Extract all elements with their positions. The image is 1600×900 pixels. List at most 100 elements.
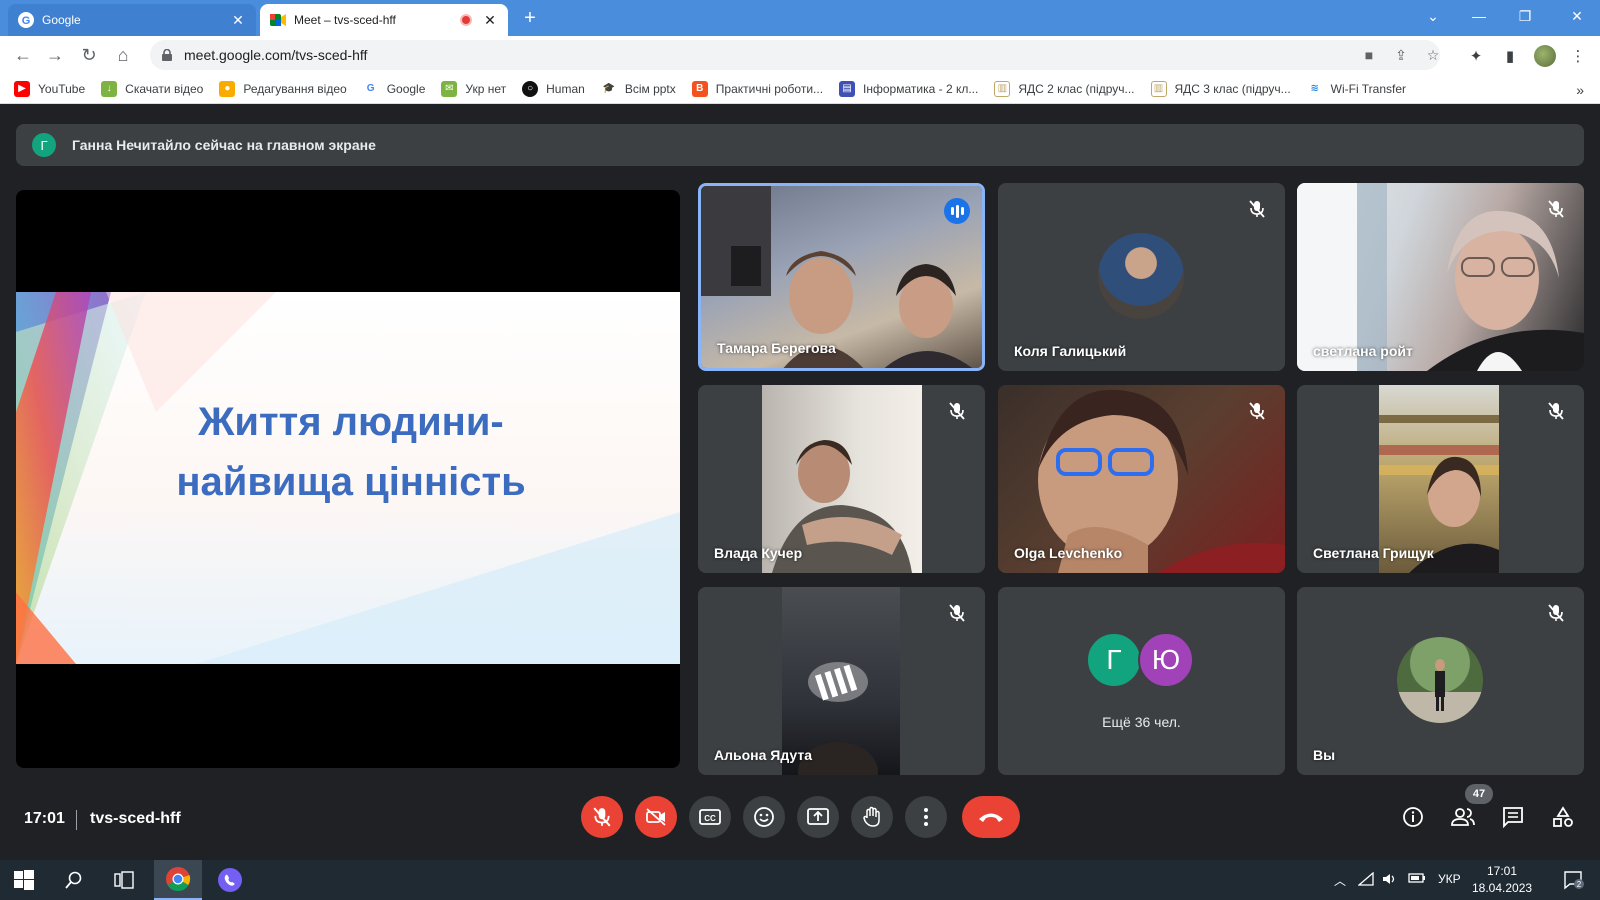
chrome-icon[interactable] [154,860,202,900]
chat-button[interactable] [1498,802,1528,832]
people-button[interactable] [1448,802,1478,832]
tab-google[interactable]: G Google ✕ [8,4,256,36]
side-panel-icon[interactable]: ▮ [1500,46,1520,66]
slide-title-line: найвища цінність [176,460,526,504]
viber-icon[interactable] [206,860,254,900]
participant-tile[interactable]: Влада Кучер [698,385,985,573]
bookmark-star-icon[interactable]: ☆ [1424,46,1442,64]
bookmark-label: Інформатика - 2 кл... [863,81,979,96]
shapes-icon [1553,806,1573,827]
close-window-button[interactable]: ✕ [1554,0,1600,32]
bookmark-label: Редагування відео [243,81,347,96]
browser-toolbar: ← → ↻ ⌂ meet.google.com/tvs-sced-hff ■ ⇪… [0,36,1600,74]
home-icon[interactable]: ⌂ [110,42,136,68]
task-view-icon[interactable] [100,860,148,900]
camera-off-icon [646,808,666,826]
input-language[interactable]: УКР [1438,872,1461,886]
mic-toggle-button[interactable] [581,796,623,838]
participant-tile[interactable]: Olga Levchenko [998,385,1285,573]
tab-search-icon[interactable]: ⌄ [1410,0,1456,32]
bookmark-label: Google [386,81,426,96]
more-options-button[interactable] [905,796,947,838]
emoji-icon [754,807,774,827]
camera-toggle-button[interactable] [635,796,677,838]
tab-title: Meet – tvs-sced-hff [294,13,396,27]
bookmark-item[interactable]: ≋ Wi-Fi Transfer [1306,80,1406,97]
bookmark-label: ЯДС 3 клас (підруч... [1174,81,1291,96]
meeting-code: tvs-sced-hff [90,810,181,827]
svg-text:G: G [22,15,31,27]
bookmark-label: ЯДС 2 клас (підруч... [1018,81,1135,96]
windows-start-icon[interactable] [0,860,48,900]
slide: Життя людини- найвища цінність [16,292,680,664]
info-icon [1403,807,1423,827]
volume-icon[interactable] [1382,872,1398,889]
meeting-controls-bar: 17:01 tvs-sced-hff CC 47 [0,784,1600,852]
bookmark-label: Wi-Fi Transfer [1330,81,1406,96]
tray-chevron-icon[interactable]: ︿ [1334,872,1346,889]
reload-icon[interactable]: ↻ [76,42,102,68]
menu-icon[interactable]: ⋮ [1568,46,1588,66]
battery-icon[interactable] [1408,872,1426,887]
book-icon: ▥ [1150,80,1167,97]
forward-icon[interactable]: → [42,42,68,68]
activities-button[interactable] [1548,802,1578,832]
leave-call-button[interactable] [962,796,1020,838]
address-bar[interactable]: meet.google.com/tvs-sced-hff [150,40,1440,70]
notifications-icon[interactable]: 2 [1550,860,1598,900]
network-icon[interactable] [1357,871,1374,889]
more-bookmarks-button[interactable]: » [1576,82,1584,98]
reactions-button[interactable] [743,796,785,838]
bookmark-item[interactable]: ↓ Скачати відео [101,80,204,97]
mic-off-icon [1544,399,1568,423]
back-icon[interactable]: ← [10,42,36,68]
participant-tile[interactable]: светлана ройт [1297,183,1584,371]
bookmark-item[interactable]: ▥ ЯДС 3 клас (підруч... [1150,80,1291,97]
participant-name: светлана ройт [1313,343,1413,359]
system-clock[interactable]: 17:01 18.04.2023 [1472,863,1532,897]
participant-tile[interactable]: Тамара Берегова [698,183,985,371]
extensions-icon[interactable]: ✦ [1466,46,1486,66]
raise-hand-button[interactable] [851,796,893,838]
bookmark-item[interactable]: ▶ YouTube [14,80,85,97]
video-edit-icon: ● [219,80,236,97]
bookmark-item[interactable]: ● Редагування відео [219,80,347,97]
present-button[interactable] [797,796,839,838]
participant-name: Влада Кучер [714,545,803,561]
lock-icon [162,49,172,61]
bookmark-item[interactable]: ✉ Укр нет [441,80,506,97]
blogger-icon: B [691,80,708,97]
close-tab-icon[interactable]: ✕ [230,12,246,28]
meeting-details-button[interactable] [1398,802,1428,832]
camera-icon[interactable]: ■ [1360,46,1378,64]
restore-button[interactable]: ❐ [1502,0,1548,32]
participant-tile[interactable]: Коля Галицький [998,183,1285,371]
close-tab-icon[interactable]: ✕ [482,12,498,28]
graduation-icon: 🎓 [600,80,617,97]
forms-icon: ▤ [839,80,856,97]
bookmark-item[interactable]: 🎓 Всім pptx [600,80,676,97]
clock-time: 17:01 [1486,864,1518,878]
minimize-button[interactable]: — [1456,0,1502,32]
captions-button[interactable]: CC [689,796,731,838]
presentation-view[interactable]: Життя людини- найвища цінність [16,190,680,768]
self-tile[interactable]: Вы [1297,587,1584,775]
bookmark-item[interactable]: ▥ ЯДС 2 клас (підруч... [994,80,1135,97]
participant-name: Вы [1313,747,1336,763]
more-participants-tile[interactable]: Г Ю Ещё 36 чел. [998,587,1285,775]
new-tab-button[interactable]: + [518,6,542,30]
slide-title-line: Життя людини- [198,400,504,444]
bookmark-item[interactable]: ○ Human [522,80,585,97]
share-icon[interactable]: ⇪ [1392,46,1410,64]
search-icon[interactable] [50,860,98,900]
tab-meet[interactable]: Meet – tvs-sced-hff ✕ [260,4,508,36]
participant-name: Olga Levchenko [1014,545,1123,561]
participant-tile[interactable]: Светлана Грищук [1297,385,1584,573]
participant-tile[interactable]: Альона Ядута [698,587,985,775]
bookmark-item[interactable]: G Google [362,80,426,97]
profile-avatar[interactable] [1534,45,1556,67]
recording-icon [460,14,472,26]
bookmark-item[interactable]: ▤ Інформатика - 2 кл... [839,80,979,97]
bookmark-item[interactable]: B Практичні роботи... [691,80,823,97]
bookmark-label: Скачати відео [125,81,204,96]
